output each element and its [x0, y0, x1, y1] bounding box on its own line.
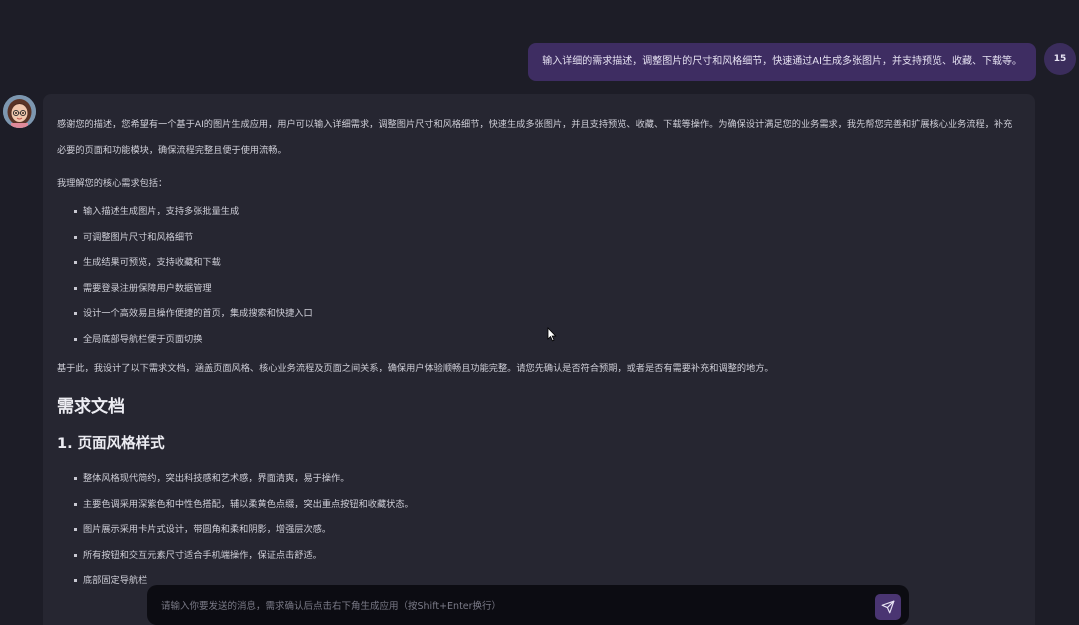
user-message-row: 输入详细的需求描述，调整图片的尺寸和风格细节，快速通过AI生成多张图片，并支持预… [0, 42, 1079, 82]
list-item: 输入描述生成图片，支持多张批量生成 [74, 204, 1021, 230]
user-message-bubble: 输入详细的需求描述，调整图片的尺寸和风格细节，快速通过AI生成多张图片，并支持预… [528, 43, 1036, 81]
list-item: 所有按钮和交互元素尺寸适合手机端操作，保证点击舒适。 [74, 548, 1021, 574]
needs-list: 输入描述生成图片，支持多张批量生成 可调整图片尺寸和风格细节 生成结果可预览，支… [57, 204, 1021, 357]
send-icon [881, 600, 895, 614]
cartoon-girl-avatar-icon [3, 95, 36, 128]
doc-title: 需求文档 [57, 397, 125, 417]
list-item: 生成结果可预览，支持收藏和下载 [74, 255, 1021, 281]
mouse-cursor-icon [547, 327, 557, 342]
user-avatar[interactable]: 15 [1044, 43, 1076, 75]
send-button[interactable] [875, 594, 901, 620]
list-item: 主要色调采用深紫色和中性色搭配，辅以柔黄色点缀，突出重点按钮和收藏状态。 [74, 497, 1021, 523]
section-title: 1. 页面风格样式 [57, 436, 165, 452]
list-item: 图片展示采用卡片式设计，带圆角和柔和阴影，增强层次感。 [74, 522, 1021, 548]
assistant-avatar [3, 95, 36, 128]
summary-paragraph: 基于此，我设计了以下需求文档，涵盖页面风格、核心业务流程及页面之间关系，确保用户… [57, 363, 774, 374]
list-item: 整体风格现代简约，突出科技感和艺术感，界面清爽，易于操作。 [74, 471, 1021, 497]
list-item: 可调整图片尺寸和风格细节 [74, 230, 1021, 256]
needs-heading: 我理解您的核心需求包括： [57, 178, 168, 189]
intro-paragraph: 感谢您的描述，您希望有一个基于AI的图片生成应用，用户可以输入详细需求，调整图片… [57, 119, 1013, 156]
assistant-message-bubble: 感谢您的描述，您希望有一个基于AI的图片生成应用，用户可以输入详细需求，调整图片… [43, 94, 1035, 625]
list-item: 需要登录注册保障用户数据管理 [74, 281, 1021, 307]
message-composer [147, 585, 909, 625]
chat-page: 输入详细的需求描述，调整图片的尺寸和风格细节，快速通过AI生成多张图片，并支持预… [0, 0, 1079, 625]
message-input[interactable] [159, 595, 863, 617]
style-list: 整体风格现代简约，突出科技感和艺术感，界面清爽，易于操作。 主要色调采用深紫色和… [57, 471, 1021, 599]
